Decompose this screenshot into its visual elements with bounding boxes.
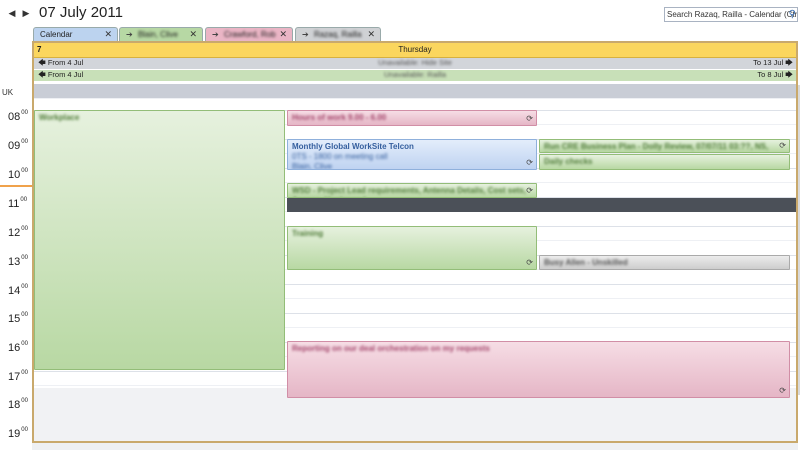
hour-label: 1200 xyxy=(8,226,28,239)
tab-calendar[interactable]: Calendar ✕ xyxy=(33,27,118,41)
appointment-organizer: Blain, Clive xyxy=(292,162,333,170)
recurring-icon: ⟳ xyxy=(526,186,533,195)
recurring-icon: ⟳ xyxy=(526,158,533,167)
appointment-title: Hours of work 9.00 - 6.00 xyxy=(292,113,387,122)
bottom-strip xyxy=(32,443,798,450)
allday-event[interactable]: 🡄 From 4 Jul Unavailable: Railla To 8 Ju… xyxy=(34,70,796,81)
day-header[interactable]: 7 Thursday xyxy=(34,43,796,58)
appointment-david-allen[interactable]: Busy Allen - Unskilled xyxy=(539,255,790,270)
tab-blain-clive[interactable]: ➔ Blain, Clive ✕ xyxy=(119,27,203,41)
day-name: Thursday xyxy=(398,45,432,54)
allday-empty-band[interactable] xyxy=(34,84,796,98)
hour-label: 0800 xyxy=(8,110,28,123)
current-time-marker xyxy=(0,185,32,187)
tab-label: Razaq, Railla xyxy=(313,30,362,39)
tab-label: Crawford, Rob xyxy=(223,30,276,39)
time-column: UK 0800 0900 1000 1100 1200 1300 1400 15… xyxy=(0,0,32,450)
date-title: 07 July 2011 xyxy=(39,4,123,21)
calendar-toolbar: ◀ ▶ 07 July 2011 Search Razaq, Railla - … xyxy=(0,0,800,26)
appointment-reporting[interactable]: Reporting on our deal orchestration on m… xyxy=(287,341,790,398)
hour-label: 1500 xyxy=(8,312,28,325)
appointment-workplace[interactable]: Workplace xyxy=(34,110,285,370)
tab-crawford-rob[interactable]: ➔ Crawford, Rob ✕ xyxy=(205,27,293,41)
allday-title: Unavailable: Hide Site xyxy=(378,58,452,67)
timezone-label: UK xyxy=(2,88,14,97)
grid-line xyxy=(34,98,796,99)
appointment-title: Run CRE Business Plan - Dolly Review, 07… xyxy=(544,142,769,151)
appointment-title: Monthly Global WorkSite Telcon xyxy=(292,142,414,151)
appointment-location: 0TS - 1800 on meeting call xyxy=(292,152,388,161)
tab-label: Blain, Clive xyxy=(137,30,178,39)
appointment-title: Busy Allen - Unskilled xyxy=(544,258,628,267)
close-icon[interactable]: ✕ xyxy=(279,28,287,41)
appointment-business-plan[interactable]: Run CRE Business Plan - Dolly Review, 07… xyxy=(539,139,790,153)
allday-event[interactable]: 🡄 From 4 Jul Unavailable: Hide Site To 1… xyxy=(34,58,796,69)
arrow-right-icon: ➔ xyxy=(302,30,309,39)
allday-title: Unavailable: Railla xyxy=(383,70,447,79)
busy-block[interactable] xyxy=(287,198,796,212)
appointment-wsd-project[interactable]: WSD - Project Lead requirements, Antenna… xyxy=(287,183,537,198)
recurring-icon: ⟳ xyxy=(779,141,786,150)
appointment-training[interactable]: Training ⟳ xyxy=(287,226,537,270)
search-input[interactable]: Search Razaq, Railla - Calendar (Ctrl+E)… xyxy=(664,7,798,22)
appointment-title: Reporting on our deal orchestration on m… xyxy=(292,344,490,353)
appointment-hours-of-work[interactable]: Hours of work 9.00 - 6.00 ⟳ xyxy=(287,110,537,126)
close-icon[interactable]: ✕ xyxy=(104,28,112,41)
appointment-title: Training xyxy=(292,229,324,238)
close-icon[interactable]: ✕ xyxy=(189,28,197,41)
search-placeholder: Search Razaq, Railla - Calendar (Ctrl+E) xyxy=(667,10,798,19)
allday-to: To 8 Jul 🡆 xyxy=(757,70,793,79)
appointment-title: WSD - Project Lead requirements, Antenna… xyxy=(292,186,526,197)
hour-label: 1600 xyxy=(8,341,28,354)
recurring-icon: ⟳ xyxy=(779,386,786,395)
tab-label: Calendar xyxy=(40,30,73,39)
hour-label: 1800 xyxy=(8,398,28,411)
hour-label: 1100 xyxy=(8,197,28,210)
appointment-daily-checks[interactable]: Daily checks xyxy=(539,154,790,170)
allday-to: To 13 Jul 🡆 xyxy=(753,58,793,67)
hour-label: 1300 xyxy=(8,255,28,268)
hour-label: 1900 xyxy=(8,427,28,440)
close-icon[interactable]: ✕ xyxy=(367,28,375,41)
day-view: 7 Thursday 🡄 From 4 Jul Unavailable: Hid… xyxy=(32,41,798,443)
appointment-global-telcon[interactable]: Monthly Global WorkSite Telcon 0TS - 180… xyxy=(287,139,537,170)
arrow-right-icon: ➔ xyxy=(126,30,133,39)
recurring-icon: ⟳ xyxy=(526,258,533,267)
recurring-icon: ⟳ xyxy=(526,114,533,123)
tab-razaq-railla[interactable]: ➔ Razaq, Railla ✕ xyxy=(295,27,381,41)
hour-label: 1000 xyxy=(8,168,28,181)
search-icon[interactable]: ⚲ xyxy=(789,8,796,21)
appointment-title: Workplace xyxy=(39,113,80,122)
hour-label: 0900 xyxy=(8,139,28,152)
hour-label: 1700 xyxy=(8,370,28,383)
appointment-title: Daily checks xyxy=(544,157,593,166)
arrow-right-icon: ➔ xyxy=(212,30,219,39)
hour-label: 1400 xyxy=(8,284,28,297)
